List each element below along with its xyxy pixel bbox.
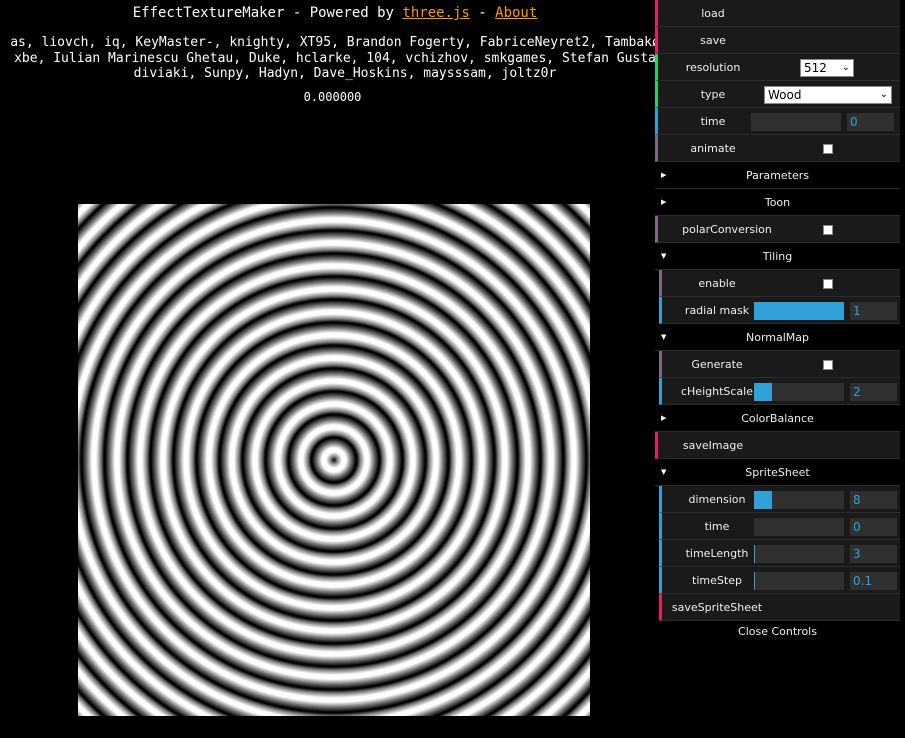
load-button[interactable]: load (655, 0, 900, 27)
radial-mask-slider[interactable] (754, 302, 844, 320)
folder-parameters-title: Parameters (746, 169, 809, 182)
radial-mask-input[interactable]: 1 (850, 302, 897, 320)
dimension-slider-fill (754, 491, 772, 509)
type-row: type Wood ⌄ (655, 81, 900, 108)
folder-toon-title: Toon (764, 196, 791, 209)
heightscale-input[interactable]: 2 (850, 383, 897, 401)
time-row: time 0 (655, 108, 900, 135)
dimension-input[interactable]: 8 (850, 491, 897, 509)
timestep-slider[interactable] (754, 572, 844, 590)
folder-spritesheet-title: SpriteSheet (745, 466, 810, 479)
generate-label: Generate (691, 358, 743, 371)
saveimage-label: saveImage (682, 439, 744, 452)
page-header: EffectTextureMaker - Powered by three.js… (0, 0, 670, 110)
timelength-slider-fill (754, 545, 755, 563)
controls-panel: load save resolution 512 ⌄ type Wood ⌄ tim… (655, 0, 900, 643)
credits-line-3: diviaki, Sunpy, Hadyn, Dave_Hoskins, may… (133, 66, 557, 81)
enable-checkbox[interactable] (823, 279, 833, 289)
close-controls-button[interactable]: Close Controls (655, 621, 900, 643)
savespritesheet-button[interactable]: saveSpriteSheet (659, 594, 900, 621)
texture-preview (78, 204, 590, 716)
folder-tiling-title: Tiling (762, 250, 793, 263)
folder-colorbalance-title: ColorBalance (741, 412, 814, 425)
dimension-slider[interactable] (754, 491, 844, 509)
triangle-down-icon: ▼ (661, 252, 667, 260)
heightscale-row: cHeightScale 2 (659, 378, 900, 405)
triangle-down-icon: ▼ (661, 468, 667, 476)
timelength-slider[interactable] (754, 545, 844, 563)
resolution-label: resolution (685, 61, 741, 74)
timelength-row: timeLength 3 (659, 540, 900, 567)
resolution-select[interactable]: 512 ⌄ (800, 59, 854, 77)
triangle-right-icon: ▶ (661, 198, 667, 206)
folder-parameters[interactable]: ▶ Parameters (655, 162, 900, 189)
saveimage-button[interactable]: saveImage (655, 432, 900, 459)
save-label: save (700, 34, 726, 47)
credits-line-1: as, liovch, iq, KeyMaster-, knighty, XT9… (10, 35, 660, 50)
credits-line-2: xbe, Iulian Marinescu Ghetau, Duke, hcla… (14, 51, 656, 66)
ss-time-input[interactable]: 0 (850, 518, 897, 536)
about-link[interactable]: About (495, 5, 537, 21)
folder-colorbalance[interactable]: ▶ ColorBalance (655, 405, 900, 432)
timestep-input[interactable]: 0.1 (850, 572, 897, 590)
enable-label: enable (698, 277, 736, 290)
triangle-down-icon: ▼ (661, 333, 667, 341)
load-label: load (701, 7, 725, 20)
triangle-right-icon: ▶ (661, 171, 667, 179)
animate-label: animate (690, 142, 736, 155)
radial-mask-slider-fill (754, 302, 844, 320)
folder-tiling[interactable]: ▼ Tiling (655, 243, 900, 270)
timelength-input[interactable]: 3 (850, 545, 897, 563)
savespritesheet-label: saveSpriteSheet (671, 601, 763, 614)
time-input[interactable]: 0 (847, 113, 894, 131)
title-separator: - (469, 5, 496, 21)
chevron-down-icon: ⌄ (879, 89, 888, 100)
resolution-row: resolution 512 ⌄ (655, 54, 900, 81)
time-slider[interactable] (751, 113, 841, 131)
radial-mask-row: radial mask 1 (659, 297, 900, 324)
type-value: Wood (768, 88, 802, 102)
enable-row: enable (659, 270, 900, 297)
folder-normalmap[interactable]: ▼ NormalMap (655, 324, 900, 351)
folder-normalmap-title: NormalMap (745, 331, 809, 344)
page-title: EffectTextureMaker - Powered by three.js… (0, 5, 670, 21)
chevron-down-icon: ⌄ (841, 62, 850, 73)
title-text: EffectTextureMaker - Powered by (132, 5, 403, 21)
ss-time-slider[interactable] (754, 518, 844, 536)
triangle-right-icon: ▶ (661, 414, 667, 422)
heightscale-slider-fill (754, 383, 772, 401)
save-button[interactable]: save (655, 27, 900, 54)
animate-checkbox[interactable] (823, 144, 833, 154)
threejs-link[interactable]: three.js (402, 5, 469, 21)
resolution-value: 512 (804, 61, 827, 75)
folder-toon[interactable]: ▶ Toon (655, 189, 900, 216)
timestep-slider-fill (754, 572, 755, 590)
polar-label: polarConversion (682, 223, 772, 236)
heightscale-slider[interactable] (754, 383, 844, 401)
timestep-row: timeStep 0.1 (659, 567, 900, 594)
dimension-row: dimension 8 (659, 486, 900, 513)
generate-checkbox[interactable] (823, 360, 833, 370)
timer-readout: 0.000000 (303, 90, 362, 104)
ss-time-row: time 0 (659, 513, 900, 540)
type-select[interactable]: Wood ⌄ (764, 86, 892, 104)
animate-row: animate (655, 135, 900, 162)
type-label: type (700, 88, 726, 101)
generate-row: Generate (659, 351, 900, 378)
polar-row: polarConversion (655, 216, 900, 243)
polar-checkbox[interactable] (823, 225, 833, 235)
folder-spritesheet[interactable]: ▼ SpriteSheet (655, 459, 900, 486)
